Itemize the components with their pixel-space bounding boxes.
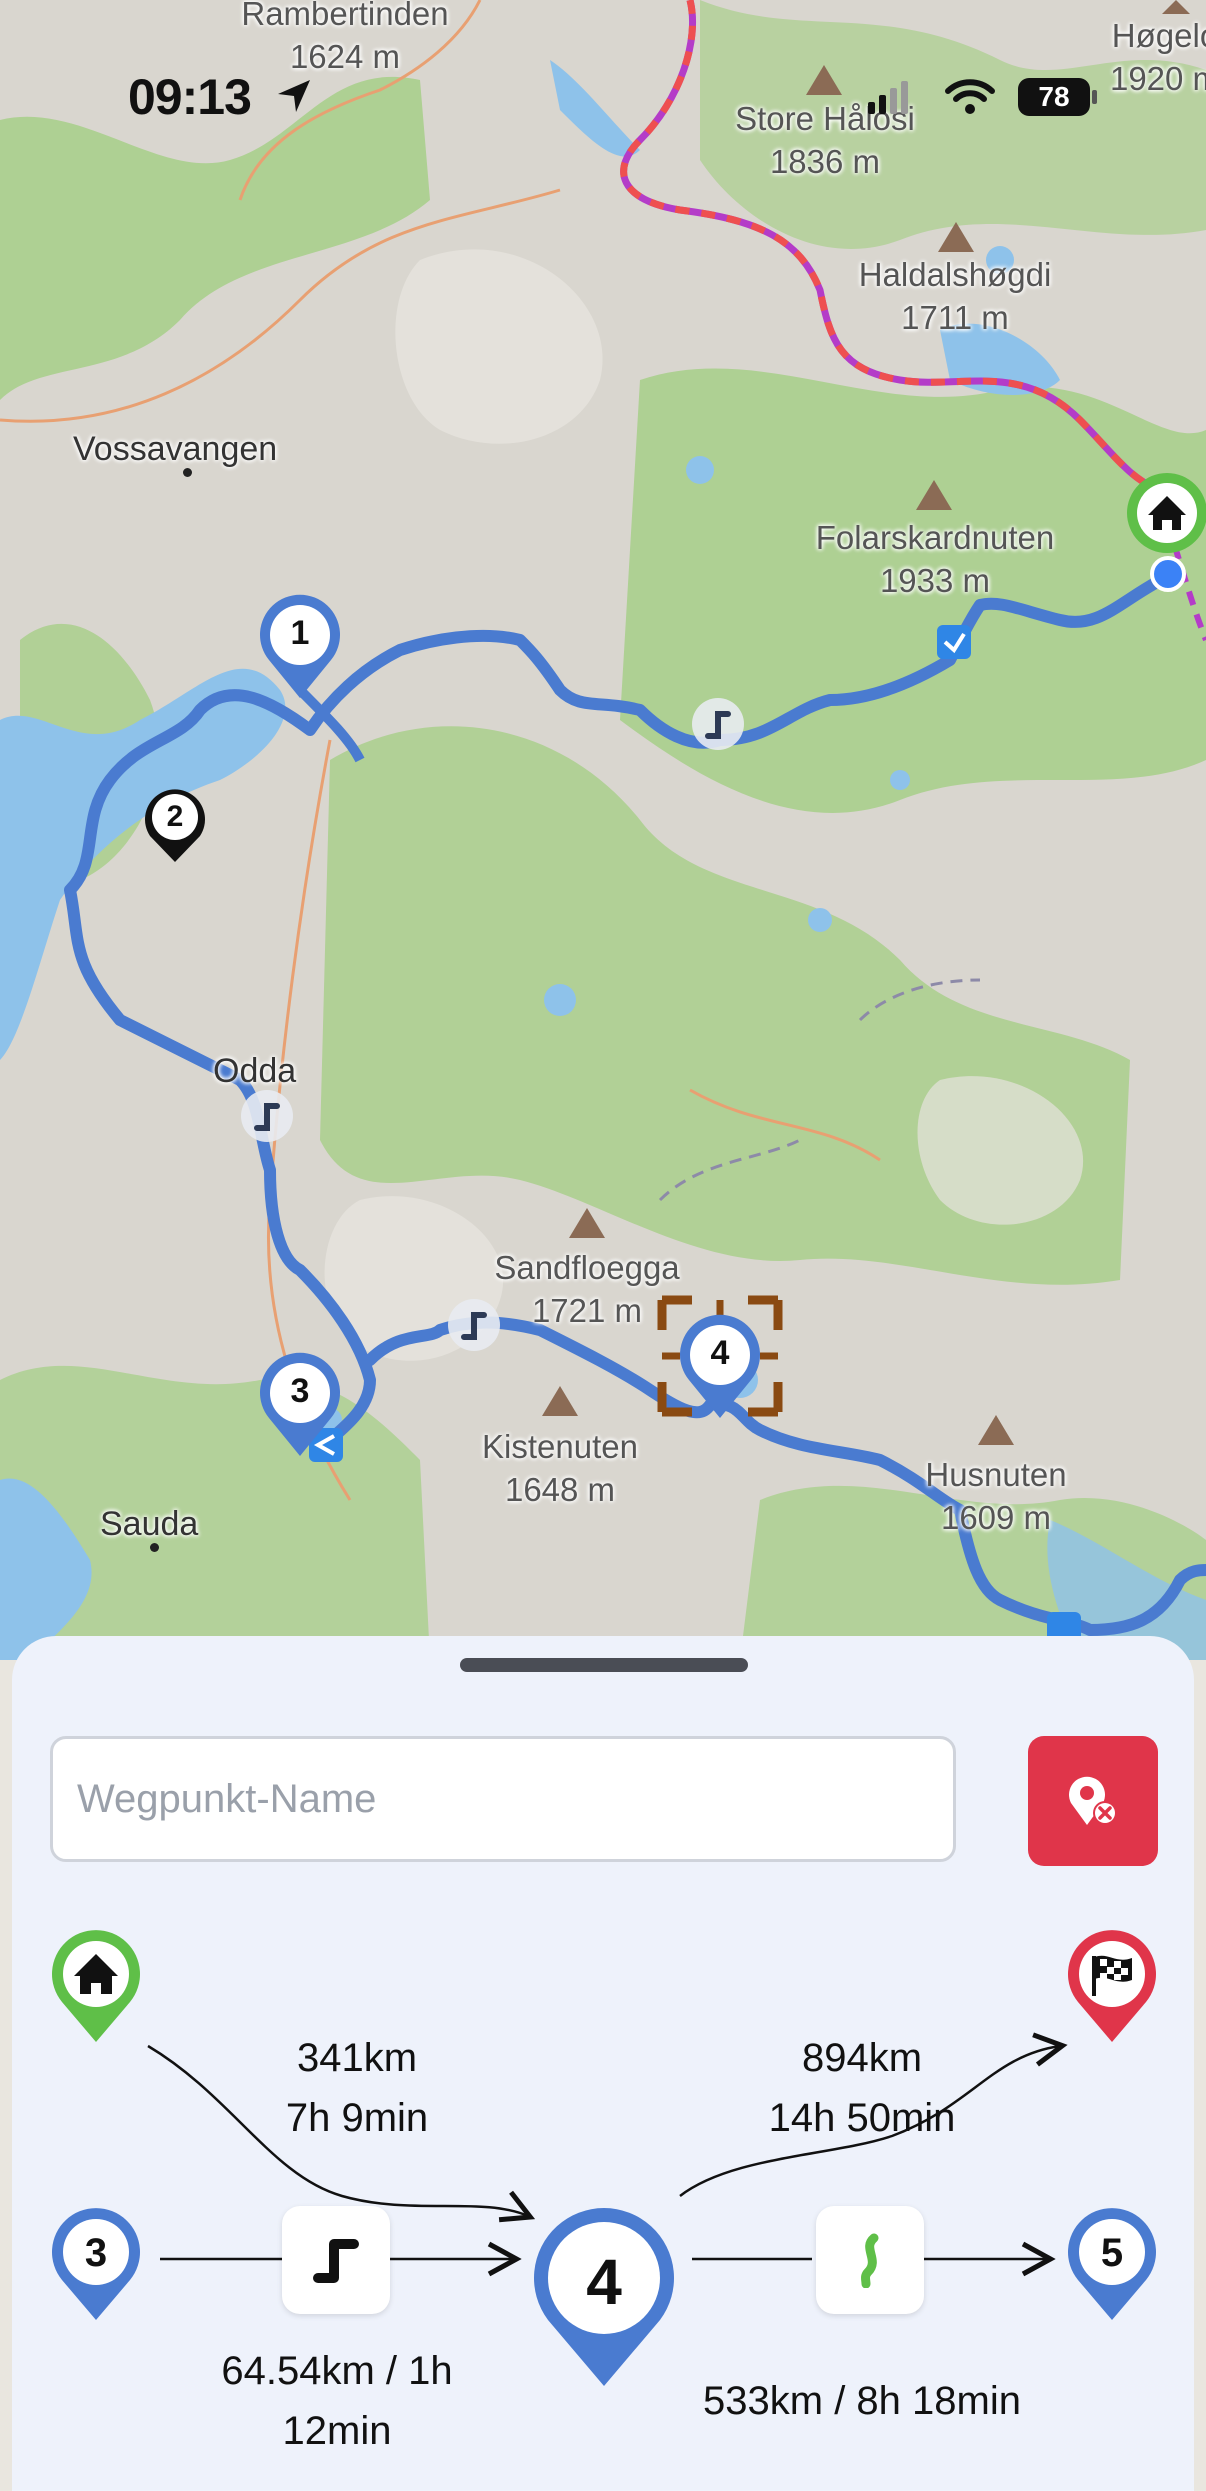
- curvy-road-icon[interactable]: [241, 1090, 293, 1142]
- checkered-flag-icon: [1068, 1930, 1156, 2042]
- battery-indicator: 78: [1018, 78, 1090, 116]
- status-time: 09:13: [128, 69, 252, 125]
- distance-from-start: 341km 7h 9min: [232, 2028, 482, 2148]
- location-remove-icon: [1069, 1776, 1117, 1825]
- map-label-vossavangen: Vossavangen: [73, 430, 278, 468]
- prev-leg-stats: 64.54km / 1h 12min: [221, 2349, 453, 2453]
- map-label-odda: Odda: [213, 1052, 297, 1090]
- map-label-husnuten: Husnuten 1609 m: [925, 1456, 1067, 1536]
- waypoint-name-input[interactable]: [50, 1736, 956, 1862]
- route-chevron-icon: [937, 625, 971, 659]
- map-waypoint-4[interactable]: 4: [675, 1310, 765, 1420]
- delete-waypoint-button[interactable]: [1028, 1736, 1158, 1866]
- map-city-dot: [183, 468, 192, 477]
- home-icon: [52, 1930, 141, 2042]
- winding-road-icon: [861, 2233, 879, 2288]
- to-finish-duration: 14h 50min: [768, 2096, 956, 2140]
- map-city-dot: [150, 1543, 159, 1552]
- map-waypoint-3[interactable]: 3: [255, 1348, 345, 1458]
- curvy-road-icon: [313, 2239, 359, 2283]
- from-start-duration: 7h 9min: [285, 2096, 429, 2140]
- curvy-road-icon[interactable]: [692, 698, 744, 750]
- finish-flag-pin[interactable]: [1064, 1926, 1160, 2044]
- wifi-icon: [945, 79, 995, 114]
- prev-waypoint-pin[interactable]: 3: [48, 2204, 144, 2322]
- map-label-sandfloegga: Sandfloegga 1721 m: [494, 1249, 680, 1329]
- start-home-pin[interactable]: [48, 1926, 144, 2044]
- battery-cap: [1092, 90, 1097, 104]
- curvy-road-icon[interactable]: [448, 1299, 500, 1351]
- map-label-haldalshogdi: Haldalshøgdi 1711 m: [858, 256, 1052, 336]
- current-waypoint-pin[interactable]: 4: [528, 2202, 680, 2388]
- map-view[interactable]: Rambertinden 1624 m Høgelo 1920 m Store …: [0, 0, 1206, 1660]
- status-bar: 09:13 78: [0, 0, 1206, 190]
- map-waypoint-1[interactable]: 1: [255, 590, 345, 700]
- map-waypoint-2[interactable]: 2: [140, 784, 210, 864]
- to-finish-distance: 894km: [801, 2036, 923, 2080]
- cellular-signal-icon: [868, 81, 908, 114]
- location-arrow-icon: [278, 80, 310, 112]
- waypoint-sheet: 341km 7h 9min 894km 14h 50min 3: [12, 1636, 1194, 2491]
- prev-leg-route-type[interactable]: [282, 2206, 390, 2314]
- current-location-dot: [1150, 556, 1186, 592]
- sheet-drag-handle[interactable]: [460, 1658, 748, 1672]
- map-label-kistenuten: Kistenuten 1648 m: [482, 1428, 638, 1508]
- next-leg-stats: 533km / 8h 18min: [703, 2379, 1021, 2423]
- map-label-folarskardnuten: Folarskardnuten 1933 m: [815, 519, 1055, 599]
- map-label-sauda: Sauda: [100, 1505, 199, 1543]
- map-home-marker[interactable]: [1127, 473, 1206, 553]
- next-leg-route-type[interactable]: [816, 2206, 924, 2314]
- distance-to-finish: 894km 14h 50min: [712, 2028, 1012, 2148]
- next-waypoint-pin[interactable]: 5: [1064, 2204, 1160, 2322]
- from-start-distance: 341km: [296, 2036, 418, 2080]
